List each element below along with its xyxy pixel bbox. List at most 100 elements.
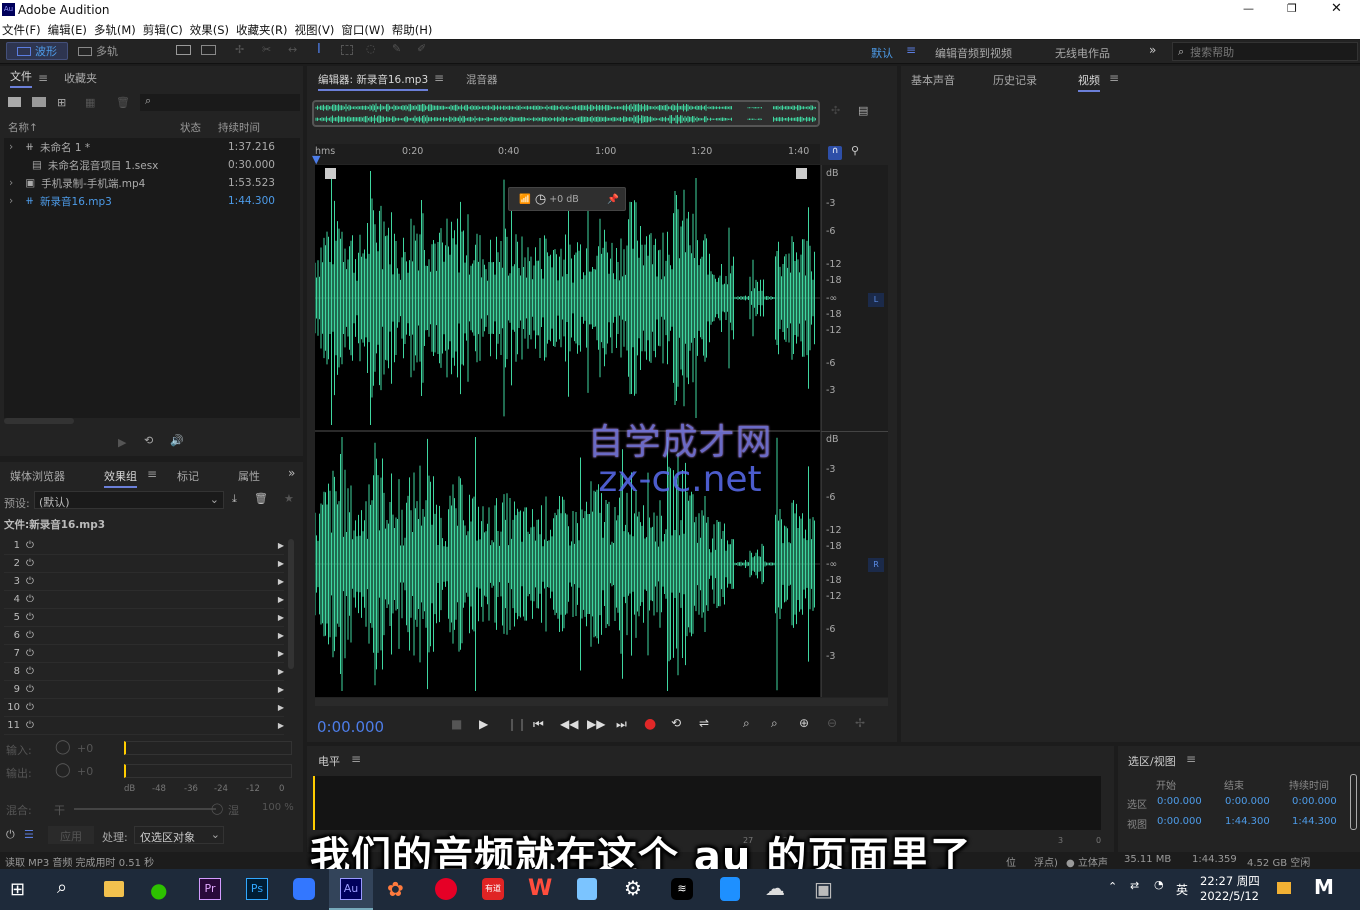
notification-icon[interactable] [1277,882,1291,894]
skip-forward-icon[interactable]: ⏭ [616,717,627,732]
ime-indicator[interactable]: 英 [1176,881,1188,898]
gain-hud[interactable]: 📶 ◷ +0 dB 📌 [508,187,626,211]
channel-right-badge[interactable]: R [868,558,884,572]
mix-slider-handle[interactable]: ◯ [211,802,223,815]
workspace-default[interactable]: 默认 [871,45,893,61]
close-button[interactable]: ✕ [1331,1,1342,16]
waveform-overview[interactable] [312,100,820,127]
effect-slot[interactable]: 2 ⏻ ▶ [4,555,284,573]
overview-menu-icon[interactable]: ▤ [858,104,868,117]
skip-selection-icon[interactable]: ⇌ [699,716,709,730]
tab-files[interactable]: 文件 [10,68,32,88]
power-icon[interactable]: ⏻ [26,558,34,569]
list-item-selected[interactable]: › ⧺ 新录音16.mp3 1:44.300 [4,192,300,210]
menu-effects[interactable]: 效果(S) [190,22,229,38]
power-icon[interactable]: ⏻ [26,684,34,695]
feishu-icon[interactable] [293,878,315,900]
selection-duration[interactable]: 0:00.000 [1292,796,1337,807]
clock-date[interactable]: 2022/5/12 [1200,889,1259,903]
horizontal-scrollbar[interactable] [315,698,888,706]
levels-menu-icon[interactable]: ≡ [351,752,361,766]
stop-icon[interactable]: ■ [451,717,462,731]
slot-arrow-icon[interactable]: ▶ [278,595,284,604]
installer-app-icon[interactable]: ▣ [814,877,833,901]
windows-start-icon[interactable]: ⊞ [10,879,25,900]
play-preview-icon[interactable]: ▶ [118,436,126,449]
power-icon[interactable]: ⏻ [26,720,34,731]
slot-arrow-icon[interactable]: ▶ [278,541,284,550]
tab-essential-sound[interactable]: 基本声音 [911,72,955,88]
list-item[interactable]: ▤ 未命名混音项目 1.sesx 0:30.000 [4,156,300,174]
channel-left-badge[interactable]: L [868,293,884,307]
rack-power-icon[interactable]: ⏻ [6,828,15,842]
hud-knob-icon[interactable]: ◷ [535,192,546,207]
expand-icon[interactable]: › [9,195,13,207]
effect-slot[interactable]: 8 ⏻ ▶ [4,663,284,681]
pin-marker-icon[interactable]: ⚲ [851,144,859,157]
settings-gear-icon[interactable]: ⚙ [624,876,642,900]
files-panel-menu-icon[interactable]: ≡ [38,71,48,85]
fade-in-handle-icon[interactable] [325,168,336,179]
save-preset-icon[interactable]: ⤓ [232,492,237,506]
selection-end[interactable]: 0:00.000 [1225,796,1270,807]
wifi-icon[interactable]: ◔ [1154,878,1164,891]
zoom-navigator-icon[interactable]: ✣ [831,104,840,117]
menu-multitrack[interactable]: 多轨(M) [94,22,136,38]
restore-button[interactable]: ❐ [1287,2,1297,15]
zoom-out-amplitude-icon[interactable]: ⌕ [771,716,778,731]
expand-icon[interactable]: › [9,141,13,153]
zoom-in-time-icon[interactable]: ⊕ [799,716,809,730]
slot-arrow-icon[interactable]: ▶ [278,685,284,694]
capcut-icon[interactable]: ≋ [671,878,693,900]
record-icon[interactable]: ● [644,716,656,732]
move-tool-icon[interactable]: ✢ [235,43,244,56]
spectral-pitch-icon[interactable] [201,45,216,55]
power-icon[interactable]: ⏻ [26,648,34,659]
power-icon[interactable]: ⏻ [26,702,34,713]
process-dropdown[interactable]: 仅选区对象 ⌄ [134,826,224,844]
slot-arrow-icon[interactable]: ▶ [278,559,284,568]
editor-menu-icon[interactable]: ≡ [434,71,444,85]
files-filter-box[interactable]: ⌕ [140,94,300,111]
new-file-icon[interactable]: ⊞ [57,96,66,109]
menu-help[interactable]: 帮助(H) [392,22,433,38]
menu-clip[interactable]: 剪辑(C) [143,22,183,38]
selection-scrollbar[interactable] [1350,774,1357,830]
photoshop-icon[interactable]: Ps [246,878,268,900]
youdao-icon[interactable]: 有道 [482,878,504,900]
hud-pin-icon[interactable]: 📌 [607,194,619,205]
workspace-menu-icon[interactable]: ≡ [906,43,916,57]
effect-slot[interactable]: 5 ⏻ ▶ [4,609,284,627]
tab-mixer[interactable]: 混音器 [466,72,498,87]
view-end[interactable]: 1:44.300 [1225,816,1270,827]
list-item[interactable]: › ⧺ 未命名 1 * 1:37.216 [4,138,300,156]
slot-arrow-icon[interactable]: ▶ [278,613,284,622]
preset-dropdown[interactable]: (默认) ⌄ [34,491,224,509]
effect-slots-scrollbar[interactable] [288,539,294,669]
spectral-frequency-icon[interactable] [176,45,191,55]
slot-arrow-icon[interactable]: ▶ [278,577,284,586]
tab-favorites[interactable]: 收藏夹 [64,70,97,86]
tab-properties[interactable]: 属性 [238,468,260,484]
fast-forward-icon[interactable]: ▶▶ [587,717,605,731]
col-name[interactable]: 名称↑ [8,120,38,135]
effect-slot[interactable]: 6 ⏻ ▶ [4,627,284,645]
current-time[interactable]: 0:00.000 [317,718,384,736]
file-explorer-icon[interactable] [104,881,124,897]
power-icon[interactable]: ⏻ [26,612,34,623]
loop-preview-icon[interactable]: ⟲ [144,434,153,447]
wechat-icon[interactable]: ● [150,878,167,902]
slot-arrow-icon[interactable]: ▶ [278,703,284,712]
col-duration[interactable]: 持续时间 [218,120,260,135]
razor-tool-icon[interactable]: ✂ [262,43,271,56]
slot-arrow-icon[interactable]: ▶ [278,649,284,658]
power-icon[interactable]: ⏻ [26,576,34,587]
mix-slider[interactable] [74,808,216,810]
autoplay-icon[interactable]: 🔊 [170,434,184,447]
notes-app-icon[interactable] [577,878,597,900]
marquee-tool-icon[interactable] [341,45,353,55]
menu-favorites[interactable]: 收藏夹(R) [236,22,287,38]
workspace-radio-production[interactable]: 无线电作品 [1055,45,1110,61]
tab-video[interactable]: 视频 [1078,72,1100,92]
input-knob-icon[interactable]: ◯ [55,739,71,755]
